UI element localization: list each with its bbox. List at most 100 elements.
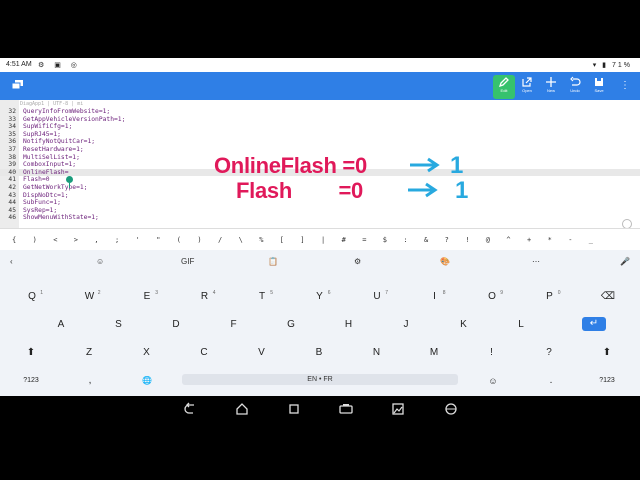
emoji-icon[interactable]: ☺	[486, 374, 500, 388]
symbols-key[interactable]: ?123	[20, 374, 42, 388]
screenshot-icon[interactable]	[391, 402, 405, 416]
globe-icon[interactable]: 🌐	[140, 374, 154, 388]
key[interactable]: S	[112, 318, 126, 332]
code-text[interactable]: OnlineFlash=	[23, 169, 69, 177]
key[interactable]: W2	[83, 290, 101, 304]
code-line[interactable]: 32 QueryInfoFromWebsite=1;	[0, 108, 640, 116]
key[interactable]: Q1	[25, 290, 43, 304]
key[interactable]: Y6	[313, 290, 330, 304]
back-icon[interactable]	[184, 402, 198, 416]
save-button[interactable]: Save	[588, 75, 610, 99]
code-line[interactable]: 45 SysRep=1;	[0, 207, 640, 215]
key[interactable]: V	[255, 346, 269, 360]
code-text[interactable]: MultiSelList=1;	[23, 154, 80, 162]
symbol-key[interactable]: %	[259, 236, 263, 244]
symbol-key[interactable]: ^	[506, 236, 510, 244]
code-text[interactable]: QueryInfoFromWebsite=1;	[23, 108, 110, 116]
undo-button[interactable]: Undo	[564, 75, 586, 99]
clipboard-icon[interactable]: 📋	[268, 257, 278, 266]
key[interactable]: ?	[542, 346, 556, 360]
emoji-sticker-icon[interactable]: ☺	[96, 257, 104, 266]
text-cursor-handle[interactable]	[66, 176, 73, 183]
symbol-key[interactable]: #	[342, 236, 346, 244]
key[interactable]: Z	[82, 346, 96, 360]
enter-key[interactable]: ↵	[582, 317, 606, 331]
symbol-key[interactable]: <	[53, 236, 57, 244]
code-line[interactable]: 36 NotifyNotQuitCar=1;	[0, 138, 640, 146]
symbol-key[interactable]: _	[589, 236, 593, 244]
code-text[interactable]: ComboxInput=1;	[23, 161, 76, 169]
key[interactable]: D	[169, 318, 183, 332]
symbol-key[interactable]: '	[136, 236, 140, 244]
backspace-icon[interactable]: ⌫	[600, 290, 616, 304]
symbol-key[interactable]: :	[403, 236, 407, 244]
windows-icon[interactable]	[12, 80, 24, 90]
more-icon[interactable]: ⋯	[532, 257, 540, 266]
symbol-key[interactable]: |	[321, 236, 325, 244]
symbol-key[interactable]: ,	[94, 236, 98, 244]
edit-button[interactable]: Edit	[493, 75, 515, 99]
code-text[interactable]: SupRJ45=1;	[23, 131, 61, 139]
key[interactable]: R4	[198, 290, 216, 304]
symbol-key[interactable]: !	[465, 236, 469, 244]
key[interactable]: L	[514, 318, 528, 332]
key[interactable]: F	[227, 318, 241, 332]
symbol-key[interactable]: @	[486, 236, 490, 244]
symbol-key[interactable]: +	[527, 236, 531, 244]
code-text[interactable]: SysRep=1;	[23, 207, 57, 215]
code-text[interactable]: Flash=0	[23, 176, 50, 184]
code-text[interactable]: NotifyNotQuitCar=1;	[23, 138, 95, 146]
key[interactable]: C	[197, 346, 211, 360]
period-key[interactable]: .	[545, 374, 557, 388]
key[interactable]: O9	[485, 290, 503, 304]
symbol-key[interactable]: {	[12, 236, 16, 244]
code-text[interactable]: DispNoDtc=1;	[23, 192, 69, 200]
code-text[interactable]: GetAppVehicleVersionPath=1;	[23, 116, 125, 124]
code-line[interactable]: 33 GetAppVehicleVersionPath=1;	[0, 116, 640, 124]
key[interactable]: I8	[428, 290, 445, 304]
browser-icon[interactable]	[444, 402, 458, 416]
symbol-key[interactable]: )	[197, 236, 201, 244]
symbol-key[interactable]: *	[548, 236, 552, 244]
symbol-key[interactable]: ;	[115, 236, 119, 244]
key[interactable]: M	[427, 346, 441, 360]
settings-icon[interactable]: ⚙	[354, 257, 361, 266]
symbol-key[interactable]: [	[280, 236, 284, 244]
code-line[interactable]: 34 SupWifiCfg=1;	[0, 123, 640, 131]
symbol-key[interactable]: /	[218, 236, 222, 244]
gif-button[interactable]: GIF	[181, 257, 194, 266]
code-text[interactable]: SupWifiCfg=1;	[23, 123, 72, 131]
key[interactable]: U7	[370, 290, 388, 304]
symbol-key[interactable]: &	[424, 236, 428, 244]
symbol-key[interactable]: (	[177, 236, 181, 244]
vci-icon[interactable]	[339, 402, 353, 416]
code-text[interactable]: GetNetWorkType=1;	[23, 184, 87, 192]
key[interactable]: X	[140, 346, 154, 360]
key[interactable]: K	[457, 318, 471, 332]
key[interactable]: T5	[255, 290, 273, 304]
overflow-menu-icon[interactable]: ⋮	[620, 80, 630, 91]
symbol-key[interactable]: >	[74, 236, 78, 244]
shift-right-icon[interactable]: ⬆	[600, 346, 614, 360]
key[interactable]: N	[370, 346, 384, 360]
code-text[interactable]: SubFunc=1;	[23, 199, 61, 207]
code-text[interactable]: ShowMenuWithState=1;	[23, 214, 99, 222]
new-button[interactable]: New	[540, 75, 562, 99]
home-icon[interactable]	[235, 402, 249, 416]
symbol-key[interactable]: -	[568, 236, 572, 244]
key[interactable]: A	[54, 318, 68, 332]
comma-key[interactable]: ,	[84, 374, 96, 388]
back-chevron-icon[interactable]: ‹	[10, 257, 13, 266]
code-text[interactable]: ResetHardware=1;	[23, 146, 84, 154]
symbol-key[interactable]: \	[239, 236, 243, 244]
code-line[interactable]: 35 SupRJ45=1;	[0, 131, 640, 139]
code-line[interactable]: 46 ShowMenuWithState=1;	[0, 214, 640, 222]
space-key[interactable]: EN • FR	[182, 374, 458, 385]
symbol-key[interactable]: =	[362, 236, 366, 244]
key[interactable]: E3	[140, 290, 158, 304]
symbol-key[interactable]: "	[156, 236, 160, 244]
symbols-key-right[interactable]: ?123	[596, 374, 618, 388]
palette-icon[interactable]: 🎨	[440, 257, 450, 266]
open-button[interactable]: Open	[516, 75, 538, 99]
symbol-key[interactable]: ]	[300, 236, 304, 244]
